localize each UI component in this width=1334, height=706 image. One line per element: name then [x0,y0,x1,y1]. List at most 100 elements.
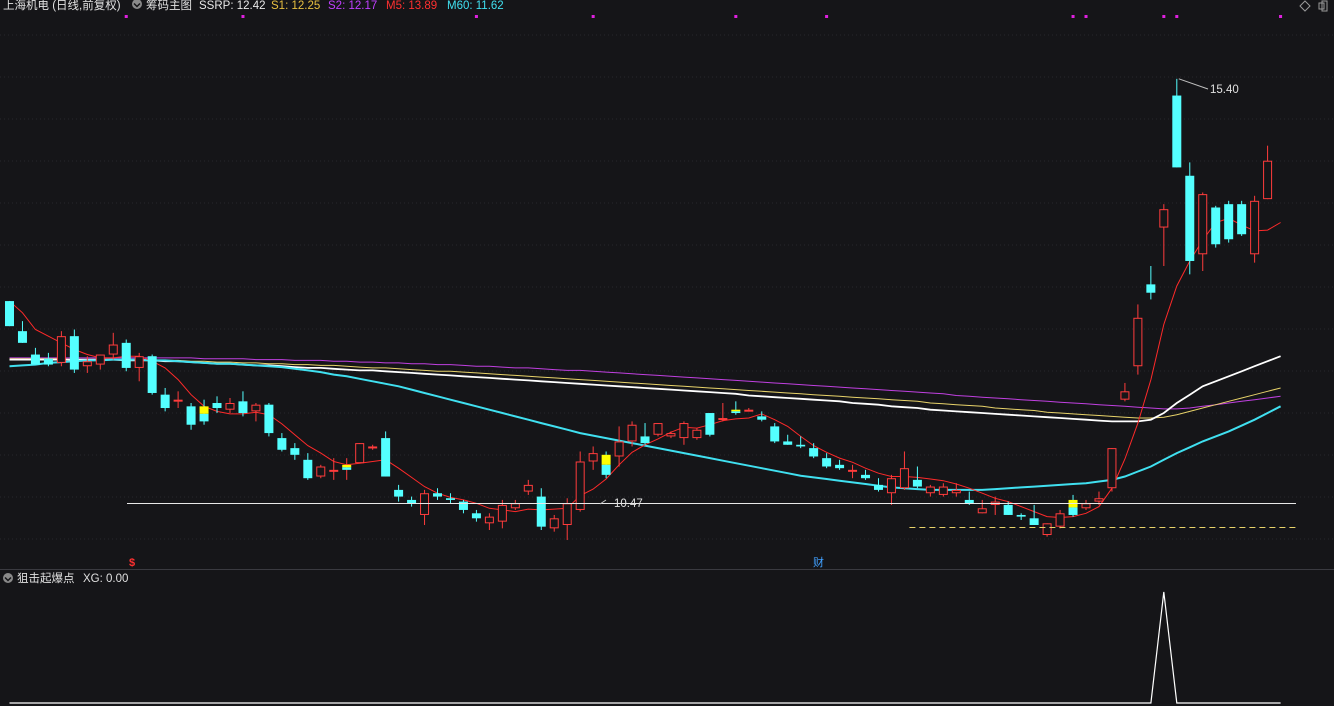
candle-body-down [186,406,196,425]
candle-body-down [277,438,287,450]
candle-body-down [757,416,767,420]
candle-body-up [523,484,533,492]
legend-s2: S2: 12.17 [328,0,377,12]
candle-body-up [368,446,378,449]
candle-body-down [290,448,300,455]
candle-body-up [1081,503,1091,509]
candle-body-up [329,469,339,472]
candle-body-down [1016,514,1026,517]
candle-body-up [420,493,430,515]
low-price-label: 10.47 [614,498,643,510]
candle-body-up [82,361,92,367]
candle-body-down [1003,504,1013,515]
sub-indicator-name: 狙击起爆点 [17,571,75,585]
candle-body-up [925,486,935,494]
stock-title: 上海机电 (日线,前复权) [3,0,121,12]
candle-body-down [796,444,806,447]
high-price-label: 15.40 [1210,84,1239,96]
candle-body-up [1094,498,1104,502]
candle-body-down [458,501,468,510]
candle-body-down [536,496,546,527]
candle-body-down [17,331,27,343]
candle-body-up [510,503,520,509]
candle-body-down [770,426,780,442]
chip-dot [124,15,128,18]
candle-body-down [861,474,871,479]
kline-chart[interactable]: 上海机电 (日线,前复权) 筹码主图 SSRP: 12.42 S1: 12.25… [0,0,1334,706]
candle-signal-top [342,464,352,468]
candle-body-up [938,486,948,495]
candle-body-up [1120,391,1130,400]
candle-body-up [588,453,598,462]
candle-body-up [484,516,494,524]
candle-body-up [653,423,663,435]
candle-body-down [1172,95,1182,168]
chip-dot [1084,15,1088,18]
candle-body-down [147,356,157,393]
candle-body-down [121,342,131,368]
candle-body-up [899,468,909,489]
candle-body-down [964,499,974,504]
candle-body-down [407,499,417,504]
candle-body-up [951,489,961,494]
candle-body-up [886,478,896,494]
candle-signal-bottom [1068,507,1078,515]
candle-body-down [381,438,391,477]
candle-body-up [497,504,507,522]
candle-body-up [977,508,987,514]
candle-body-down [43,358,53,365]
candle-body-up [95,354,105,365]
candle-body-up [848,469,858,472]
dollar-marker[interactable]: $ [129,557,135,569]
candle-body-up [355,443,365,464]
candle-body-up [679,423,689,439]
candle-body-up [1250,200,1260,255]
candle-body-down [303,459,313,479]
candle-body-down [1211,207,1221,245]
candle-body-down [5,301,14,327]
candle-body-down [640,436,650,444]
candle-body-down [1029,518,1039,525]
candle-body-up [718,418,728,421]
candle-body-down [394,489,404,497]
candle-body-down [783,441,793,445]
candle-body-down [912,479,922,487]
candle-signal-top [731,409,741,412]
candle-body-down [835,464,845,469]
candle-body-up [744,409,754,412]
chip-dot [1162,15,1166,18]
candle-body-down [238,401,248,414]
candle-body-up [666,433,676,437]
candle-body-up [173,399,183,402]
candle-body-up [549,518,559,529]
candle-body-up [562,503,572,525]
finance-marker[interactable]: 财 [813,555,824,569]
candle-body-down [1185,175,1195,261]
chip-dot [1071,15,1075,18]
candle-body-down [160,394,170,409]
candle-body-down [264,404,274,434]
chip-dot [1279,15,1283,18]
candle-body-down [809,448,819,457]
candle-body-down [1146,284,1156,293]
candle-body-down [445,498,455,500]
candle-body-up [251,404,261,412]
chip-dot [825,15,829,18]
candle-body-down [69,336,79,370]
candle-signal-bottom [601,464,611,475]
candle-body-up [316,466,326,477]
candle-signal-top [601,454,611,465]
candle-body-up [1133,317,1143,367]
legend-ssrp: SSRP: 12.42 [199,0,265,12]
candle-body-up [627,424,637,442]
sub-indicator-xg: XG: 0.00 [83,573,128,585]
candle-signal-top [199,406,209,414]
candle-body-down [30,354,40,365]
indicator-name: 筹码主图 [146,0,192,12]
chip-dot [591,15,595,18]
candle-body-up [225,403,235,410]
candle-signal-bottom [199,413,209,422]
candle-body-up [1159,209,1169,228]
candle-body-up [108,344,118,355]
candle-signal-bottom [342,467,352,470]
